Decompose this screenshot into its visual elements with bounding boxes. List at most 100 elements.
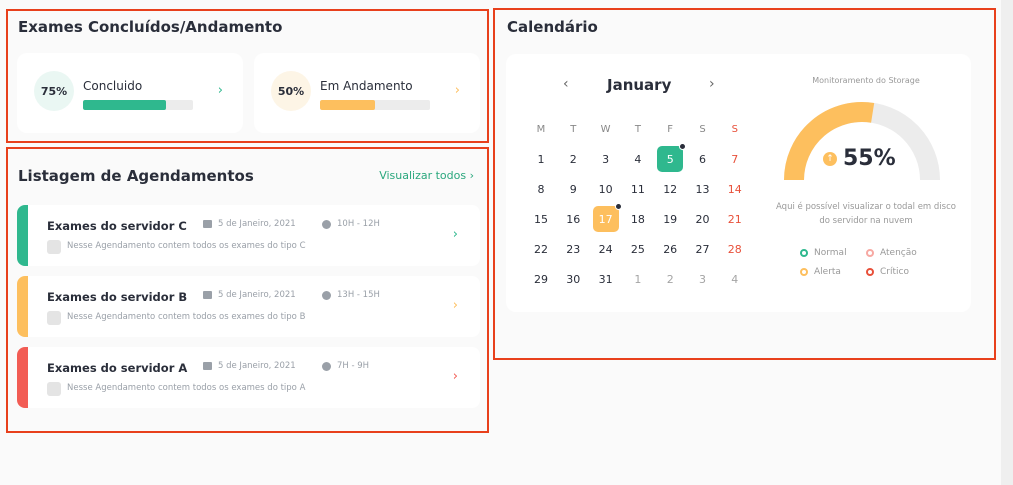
calendar-day[interactable]: 9 — [560, 176, 586, 202]
appointment-checkbox[interactable] — [47, 311, 61, 325]
calendar-day[interactable]: 27 — [690, 236, 716, 262]
appointment-item[interactable]: Exames do servidor A 5 de Janeiro, 2021 … — [17, 347, 480, 408]
calendar-day[interactable]: 21 — [722, 206, 748, 232]
calendar-day[interactable]: 1 — [625, 266, 651, 292]
calendar-icon — [203, 362, 212, 370]
appointment-date: 5 de Janeiro, 2021 — [218, 219, 296, 229]
em-andamento-progress-fill — [320, 100, 375, 110]
legend-label: Alerta — [814, 267, 841, 277]
calendar-day[interactable]: 30 — [560, 266, 586, 292]
chevron-right-icon[interactable]: › — [453, 298, 458, 313]
appointment-date: 5 de Janeiro, 2021 — [218, 290, 296, 300]
weekday-header: F — [667, 123, 674, 135]
calendar-day[interactable]: 2 — [560, 146, 586, 172]
calendar-day[interactable]: 23 — [560, 236, 586, 262]
appointment-checkbox[interactable] — [47, 240, 61, 254]
concluido-progress-fill — [83, 100, 166, 110]
calendar-day[interactable]: 13 — [690, 176, 716, 202]
calendar-day[interactable]: 3 — [593, 146, 619, 172]
view-all-link[interactable]: Visualizar todos › — [379, 169, 474, 182]
weekday-header: T — [570, 123, 577, 135]
legend-critico: Crítico — [866, 267, 909, 277]
calendar-day[interactable]: 6 — [690, 146, 716, 172]
appointment-item[interactable]: Exames do servidor B 5 de Janeiro, 2021 … — [17, 276, 480, 337]
chevron-right-icon[interactable]: › — [709, 76, 715, 92]
calendar-day[interactable]: 26 — [657, 236, 683, 262]
em-andamento-percent: 50% — [271, 71, 311, 111]
clock-icon — [322, 362, 331, 371]
calendar-day[interactable]: 3 — [690, 266, 716, 292]
appointment-time: 7H - 9H — [337, 361, 370, 371]
weekday-header: S — [699, 123, 706, 135]
calendar-day[interactable]: 22 — [528, 236, 554, 262]
legend-ring-icon — [866, 268, 874, 276]
appointment-description: Nesse Agendamento contem todos os exames… — [67, 383, 306, 393]
calendar-day[interactable]: 29 — [528, 266, 554, 292]
calendar-day[interactable]: 14 — [722, 176, 748, 202]
event-dot-icon — [679, 143, 687, 150]
chevron-left-icon[interactable]: ‹ — [563, 76, 569, 92]
appointment-description: Nesse Agendamento contem todos os exames… — [67, 241, 306, 251]
event-dot-icon — [614, 203, 622, 210]
exames-title: Exames Concluídos/Andamento — [18, 18, 283, 36]
appointment-date: 5 de Janeiro, 2021 — [218, 361, 296, 371]
calendar-day[interactable]: 16 — [560, 206, 586, 232]
page-scrollbar[interactable] — [1001, 0, 1013, 485]
clock-icon — [322, 291, 331, 300]
calendario-panel: Calendário ‹ January › MTWTFSS1234567891… — [493, 8, 996, 360]
calendar-day[interactable]: 4 — [722, 266, 748, 292]
chevron-right-icon[interactable]: › — [453, 369, 458, 384]
concluido-progress-bar — [83, 100, 193, 110]
legend-label: Crítico — [880, 267, 909, 277]
calendar-day[interactable]: 4 — [625, 146, 651, 172]
calendario-title: Calendário — [507, 18, 598, 36]
weekday-header: W — [600, 123, 611, 135]
storage-title: Monitoramento do Storage — [812, 76, 920, 85]
calendar-day[interactable]: 31 — [593, 266, 619, 292]
calendar-card: ‹ January › M T W T F S S 1 2 3 4 5 6 7 8 9 10 11 12 13 14 15… — [506, 54, 971, 312]
legend-ring-icon — [866, 249, 874, 257]
appointment-accent — [17, 276, 28, 337]
chevron-right-icon[interactable]: › — [453, 227, 458, 242]
gauge-value-group: ↑ 55% — [823, 146, 896, 171]
calendar-day[interactable]: 12 — [657, 176, 683, 202]
calendar-day[interactable]: 5 — [657, 143, 687, 172]
calendar-day[interactable]: 2 — [657, 266, 683, 292]
calendar-day[interactable]: 20 — [690, 206, 716, 232]
legend-ring-icon — [800, 249, 808, 257]
calendar-day[interactable]: 19 — [657, 206, 683, 232]
calendar-day[interactable]: 25 — [625, 236, 651, 262]
appointment-time: 10H - 12H — [337, 219, 380, 229]
month-name: January — [607, 76, 672, 94]
calendar-day[interactable]: 17 — [592, 203, 622, 232]
legend-normal: Normal — [800, 248, 847, 258]
calendar-day[interactable]: 11 — [625, 176, 651, 202]
chevron-right-icon[interactable]: › — [218, 83, 223, 98]
calendar-day[interactable]: 24 — [593, 236, 619, 262]
calendar-day[interactable]: 8 — [528, 176, 554, 202]
calendar-day[interactable]: 28 — [722, 236, 748, 262]
concluido-label: Concluido — [83, 79, 143, 93]
appointment-accent — [17, 347, 28, 408]
gauge-value: 55% — [843, 146, 896, 171]
calendar-day[interactable]: 18 — [625, 206, 651, 232]
concluido-card[interactable]: 75% Concluido › — [17, 53, 243, 133]
calendar-icon — [203, 220, 212, 228]
chevron-right-icon[interactable]: › — [455, 83, 460, 98]
appointment-description: Nesse Agendamento contem todos os exames… — [67, 312, 306, 322]
calendar-day[interactable]: 7 — [722, 146, 748, 172]
calendar-day[interactable]: 15 — [528, 206, 554, 232]
concluido-percent: 75% — [34, 71, 74, 111]
storage-gauge — [784, 102, 940, 181]
calendar-day[interactable]: 1 — [528, 146, 554, 172]
appointment-checkbox[interactable] — [47, 382, 61, 396]
appointment-title: Exames do servidor B — [47, 290, 188, 304]
em-andamento-label: Em Andamento — [320, 79, 413, 93]
legend-atencao: Atenção — [866, 248, 917, 258]
em-andamento-card[interactable]: 50% Em Andamento › — [254, 53, 480, 133]
exames-panel: Exames Concluídos/Andamento 75% Concluid… — [6, 9, 489, 143]
appointment-item[interactable]: Exames do servidor C 5 de Janeiro, 2021 … — [17, 205, 480, 266]
calendar-day[interactable]: 10 — [593, 176, 619, 202]
listagem-panel: Listagem de Agendamentos Visualizar todo… — [6, 147, 489, 433]
arrow-up-icon: ↑ — [823, 151, 837, 166]
